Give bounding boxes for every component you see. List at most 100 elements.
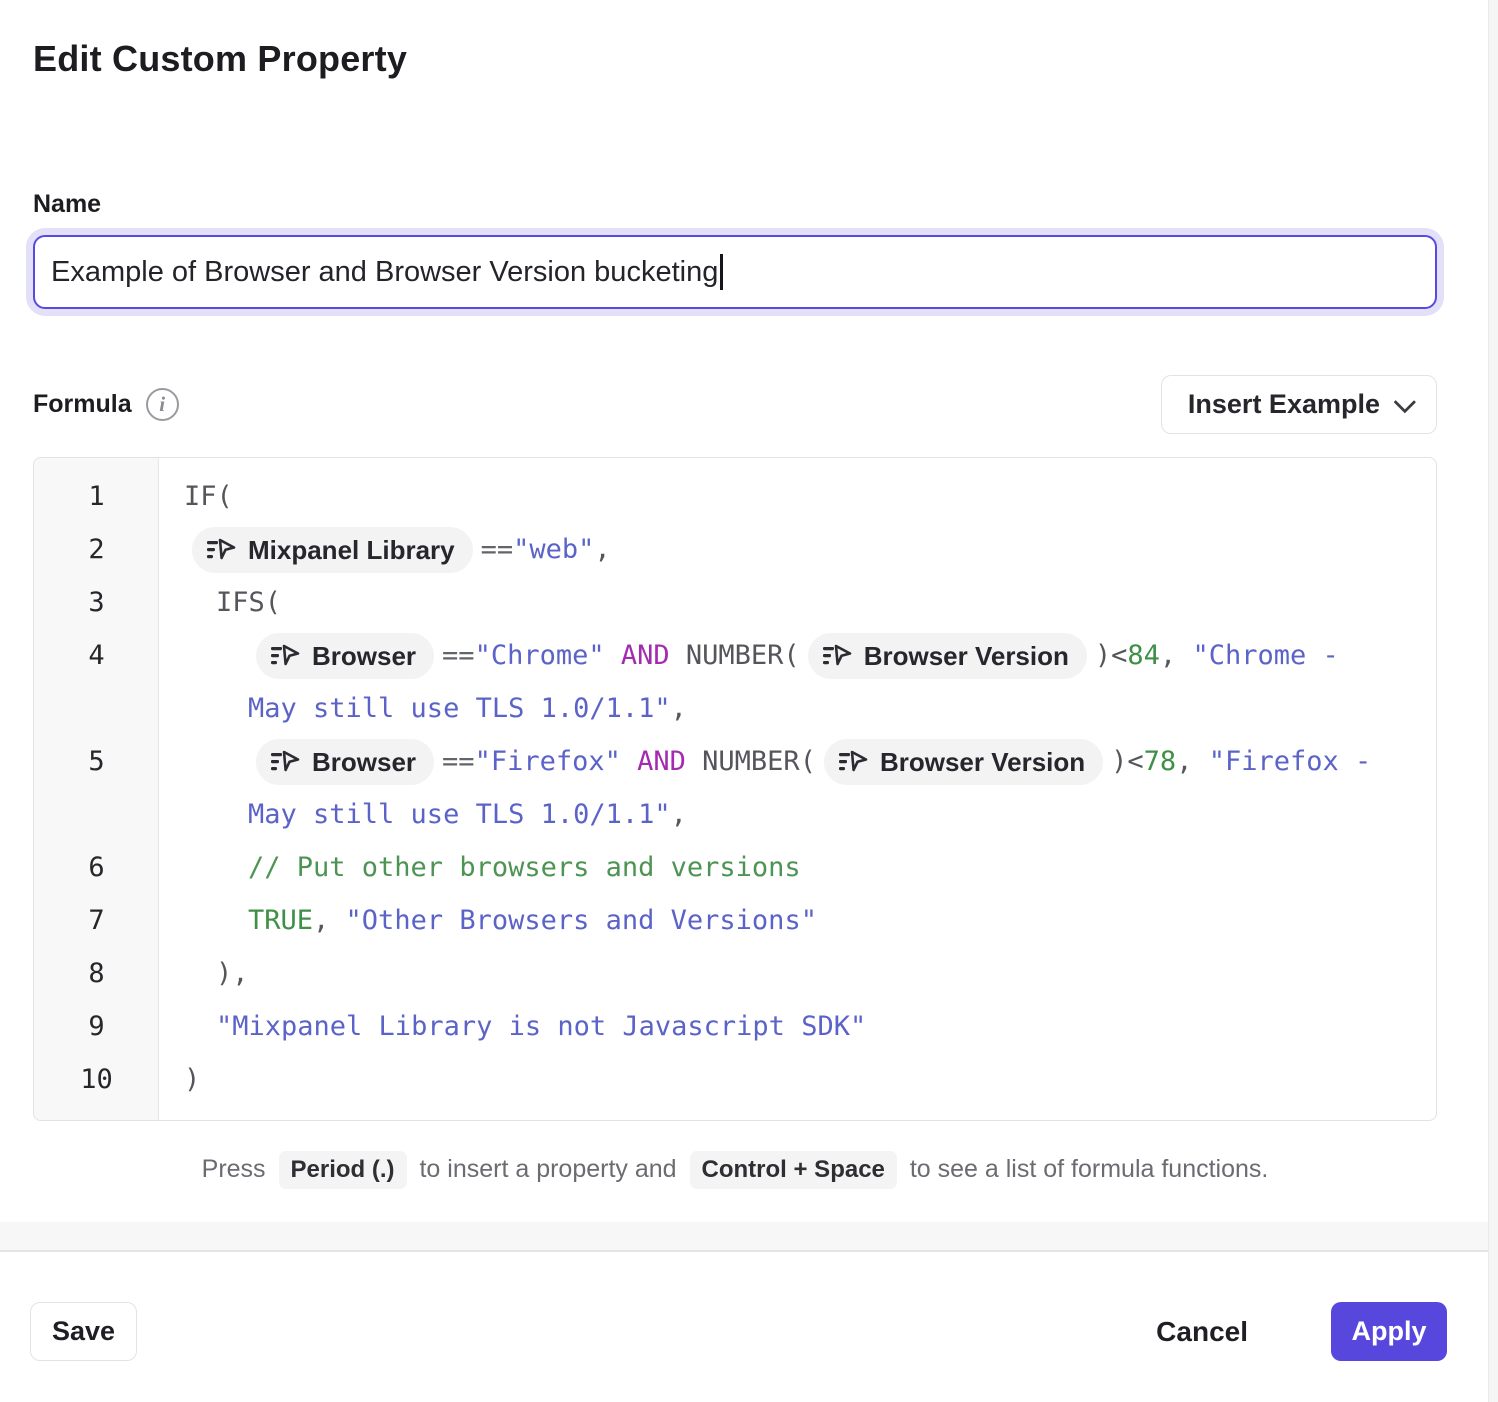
formula-label: Formula bbox=[33, 390, 132, 419]
code-line-content: Browser =="Firefox" AND NUMBER( Browser Ve… bbox=[159, 735, 1436, 841]
code-token-plain: , bbox=[671, 682, 687, 735]
code-line: 9 "Mixpanel Library is not Javascript SDK… bbox=[34, 1000, 1436, 1053]
info-icon[interactable]: i bbox=[146, 388, 179, 421]
property-chip-label: Mixpanel Library bbox=[248, 533, 455, 567]
line-number: 8 bbox=[34, 947, 159, 1000]
insert-example-button[interactable]: Insert Example bbox=[1161, 375, 1437, 434]
code-row: Browser =="Chrome" AND NUMBER( Browser Ver… bbox=[184, 629, 1436, 682]
code-token-str: "web" bbox=[513, 523, 594, 576]
code-line-content: "Mixpanel Library is not Javascript SDK" bbox=[159, 1000, 1436, 1053]
name-input[interactable]: Example of Browser and Browser Version b… bbox=[33, 235, 1437, 309]
code-token-str: "Chrome" bbox=[475, 629, 605, 682]
code-row: // Put other browsers and versions bbox=[184, 841, 1436, 894]
property-chip-label: Browser Version bbox=[864, 639, 1069, 673]
code-line-content: IFS( bbox=[159, 576, 1436, 629]
code-row: ), bbox=[184, 947, 1436, 1000]
code-token-plain: , bbox=[671, 788, 687, 841]
code-line: 8), bbox=[34, 947, 1436, 1000]
code-line-content: TRUE, "Other Browsers and Versions" bbox=[159, 894, 1436, 947]
text-caret bbox=[720, 254, 723, 290]
code-token-str: "Other Browsers and Versions" bbox=[346, 894, 817, 947]
name-label: Name bbox=[33, 190, 1437, 219]
code-line: 4 Browser =="Chrome" AND NUMBER( Browser Ve… bbox=[34, 629, 1436, 735]
code-token-kw: AND bbox=[621, 735, 702, 788]
property-icon bbox=[206, 537, 236, 563]
code-row: TRUE, "Other Browsers and Versions" bbox=[184, 894, 1436, 947]
code-line: 3IFS( bbox=[34, 576, 1436, 629]
property-chip[interactable]: Browser Version bbox=[808, 633, 1087, 679]
code-line: 7 TRUE, "Other Browsers and Versions" bbox=[34, 894, 1436, 947]
property-chip[interactable]: Browser bbox=[256, 633, 434, 679]
code-token-op: == bbox=[442, 735, 475, 788]
code-line: 1 IF( bbox=[34, 470, 1436, 523]
apply-button[interactable]: Apply bbox=[1331, 1302, 1447, 1361]
line-number: 9 bbox=[34, 1000, 159, 1053]
code-token-str: "Firefox" bbox=[475, 735, 621, 788]
scrollbar-track[interactable] bbox=[1488, 0, 1498, 1402]
code-token-num: TRUE bbox=[248, 894, 313, 947]
code-line-content: ) bbox=[159, 1053, 1436, 1106]
code-row: May still use TLS 1.0/1.1", bbox=[184, 682, 1436, 735]
line-number: 7 bbox=[34, 894, 159, 947]
code-line: 2Mixpanel Library=="web", bbox=[34, 523, 1436, 576]
code-token-num: 78 bbox=[1144, 735, 1177, 788]
code-token-str: "Firefox - bbox=[1209, 735, 1372, 788]
code-token-kw: AND bbox=[605, 629, 686, 682]
code-token-op: == bbox=[442, 629, 475, 682]
code-token-plain: ), bbox=[216, 947, 249, 1000]
property-icon bbox=[822, 643, 852, 669]
code-row: Browser =="Firefox" AND NUMBER( Browser Ve… bbox=[184, 735, 1436, 788]
property-chip[interactable]: Browser bbox=[256, 739, 434, 785]
code-token-plain: NUMBER( bbox=[686, 629, 800, 682]
code-token-plain: , bbox=[1160, 629, 1193, 682]
hint-pre: Press bbox=[202, 1155, 266, 1183]
code-token-plain: , bbox=[1176, 735, 1209, 788]
kbd-control-space: Control + Space bbox=[690, 1151, 897, 1189]
code-row: Mixpanel Library =="web", bbox=[184, 523, 1436, 576]
code-token-plain: NUMBER( bbox=[702, 735, 816, 788]
property-chip-label: Browser bbox=[312, 639, 416, 673]
code-line-content: // Put other browsers and versions bbox=[159, 841, 1436, 894]
line-number: 3 bbox=[34, 576, 159, 629]
code-token-str: "Mixpanel Library is not Javascript SDK" bbox=[216, 1000, 866, 1053]
insert-example-label: Insert Example bbox=[1188, 389, 1380, 420]
kbd-period: Period (.) bbox=[279, 1151, 407, 1189]
code-token-plain: , bbox=[313, 894, 346, 947]
line-number: 1 bbox=[34, 470, 159, 523]
name-input-value: Example of Browser and Browser Version b… bbox=[51, 256, 718, 289]
property-icon bbox=[270, 643, 300, 669]
code-token-plain: )< bbox=[1111, 735, 1144, 788]
dialog-title: Edit Custom Property bbox=[33, 38, 1437, 80]
code-line: 10) bbox=[34, 1053, 1436, 1106]
code-token-str: "Chrome - bbox=[1192, 629, 1338, 682]
formula-code-editor[interactable]: 1IF(2Mixpanel Library=="web",3IFS(4Brows… bbox=[33, 457, 1437, 1121]
code-row: ) bbox=[184, 1053, 1436, 1106]
code-token-comment: // Put other browsers and versions bbox=[248, 841, 801, 894]
code-token-plain: , bbox=[594, 523, 610, 576]
code-token-plain: ) bbox=[184, 1053, 200, 1106]
code-token-plain: IF( bbox=[184, 470, 233, 523]
property-chip-label: Browser bbox=[312, 745, 416, 779]
code-token-str: May still use TLS 1.0/1.1" bbox=[248, 682, 671, 735]
code-token-op: == bbox=[481, 523, 514, 576]
cancel-button[interactable]: Cancel bbox=[1156, 1302, 1248, 1361]
edit-custom-property-dialog: Edit Custom Property Name Example of Bro… bbox=[0, 0, 1498, 1402]
code-token-plain: )< bbox=[1095, 629, 1128, 682]
hint-mid: to insert a property and bbox=[419, 1155, 676, 1183]
property-chip-label: Browser Version bbox=[880, 745, 1085, 779]
property-icon bbox=[270, 749, 300, 775]
footer-divider bbox=[0, 1222, 1498, 1252]
code-token-str: May still use TLS 1.0/1.1" bbox=[248, 788, 671, 841]
property-chip[interactable]: Mixpanel Library bbox=[192, 527, 473, 573]
code-row: "Mixpanel Library is not Javascript SDK" bbox=[184, 1000, 1436, 1053]
code-row: May still use TLS 1.0/1.1", bbox=[184, 788, 1436, 841]
save-button[interactable]: Save bbox=[30, 1302, 137, 1361]
line-number: 6 bbox=[34, 841, 159, 894]
line-number: 5 bbox=[34, 735, 159, 841]
property-icon bbox=[838, 749, 868, 775]
code-line-content: IF( bbox=[159, 470, 1436, 523]
code-token-num: 84 bbox=[1127, 629, 1160, 682]
line-number: 4 bbox=[34, 629, 159, 735]
property-chip[interactable]: Browser Version bbox=[824, 739, 1103, 785]
editor-hint: Press Period (.) to insert a property an… bbox=[33, 1151, 1437, 1189]
